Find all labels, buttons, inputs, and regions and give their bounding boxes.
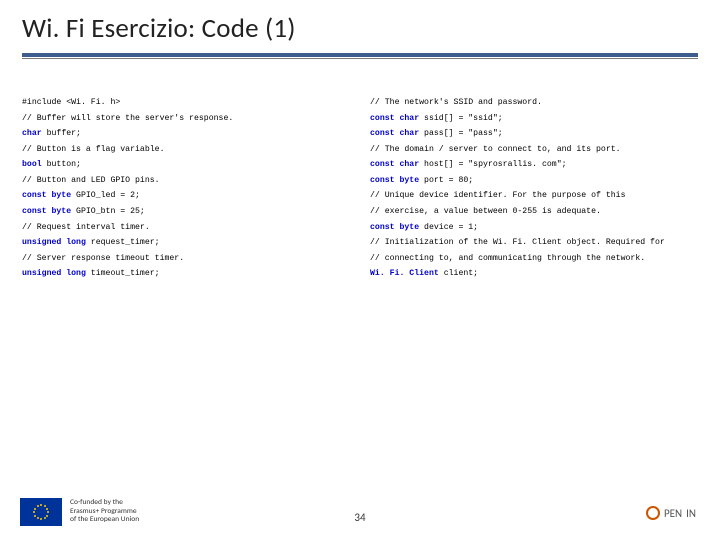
code-text: host[] = "spyrosrallis. com"; [424, 160, 567, 169]
page-number: 34 [354, 511, 365, 524]
eu-line: of the European Union [70, 516, 139, 525]
code-line: // Button and LED GPIO pins. [22, 173, 350, 189]
code-line: // Buffer will store the server's respon… [22, 111, 350, 127]
slide: Wi. Fi Esercizio: Code (1) #include <Wi.… [0, 0, 720, 540]
code-line: // Request interval timer. [22, 220, 350, 236]
slide-title: Wi. Fi Esercizio: Code (1) [22, 12, 698, 45]
code-text: GPIO_led = 2; [76, 191, 140, 200]
code-text: #include [22, 98, 66, 107]
code-line: // connecting to, and communicating thro… [370, 251, 698, 267]
eu-stars-icon [32, 503, 50, 521]
code-left: #include <Wi. Fi. h> // Buffer will stor… [22, 95, 350, 282]
code-text: pass[] = "pass"; [424, 129, 503, 138]
eu-badge: Co-funded by the Erasmus+ Programme of t… [20, 498, 139, 526]
code-line: char buffer; [22, 126, 350, 142]
keyword: char [22, 129, 47, 138]
code-text: <Wi. Fi. h> [66, 98, 120, 107]
code-text: ssid[] = "ssid"; [424, 114, 503, 123]
code-text: client; [444, 269, 478, 278]
code-line: const char ssid[] = "ssid"; [370, 111, 698, 127]
code-line: // The domain / server to connect to, an… [370, 142, 698, 158]
code-line: Wi. Fi. Client client; [370, 266, 698, 282]
keyword: unsigned long [22, 269, 91, 278]
code-text: GPIO_btn = 25; [76, 207, 145, 216]
code-line: const byte GPIO_led = 2; [22, 188, 350, 204]
code-line: // Button is a flag variable. [22, 142, 350, 158]
code-line: // exercise, a value between 0-255 is ad… [370, 204, 698, 220]
footer: Co-funded by the Erasmus+ Programme of t… [0, 478, 720, 526]
code-line: // Unique device identifier. For the pur… [370, 188, 698, 204]
code-line: // The network's SSID and password. [370, 95, 698, 111]
code-line: const byte GPIO_btn = 25; [22, 204, 350, 220]
code-line: #include <Wi. Fi. h> [22, 95, 350, 111]
code-text: button; [47, 160, 81, 169]
keyword: const byte [22, 191, 76, 200]
keyword: const char [370, 129, 424, 138]
code-line: unsigned long request_timer; [22, 235, 350, 251]
keyword: const byte [22, 207, 76, 216]
code-line: unsigned long timeout_timer; [22, 266, 350, 282]
keyword: bool [22, 160, 47, 169]
content: #include <Wi. Fi. h> // Buffer will stor… [0, 59, 720, 282]
code-line: bool button; [22, 157, 350, 173]
code-line: // Server response timeout timer. [22, 251, 350, 267]
title-area: Wi. Fi Esercizio: Code (1) [0, 0, 720, 51]
keyword: const char [370, 114, 424, 123]
openin-logo: PEN IN [646, 506, 696, 520]
eu-text: Co-funded by the Erasmus+ Programme of t… [70, 499, 139, 525]
code-text: request_timer; [91, 238, 160, 247]
eu-flag-icon [20, 498, 62, 526]
code-text: port = 80; [424, 176, 473, 185]
logo-circle-icon [646, 506, 660, 520]
keyword: const char [370, 160, 424, 169]
keyword: const byte [370, 223, 424, 232]
code-text: device = 1; [424, 223, 478, 232]
code-line: // Initialization of the Wi. Fi. Client … [370, 235, 698, 251]
code-text: timeout_timer; [91, 269, 160, 278]
keyword: const byte [370, 176, 424, 185]
code-line: const byte port = 80; [370, 173, 698, 189]
keyword: Wi. Fi. Client [370, 269, 444, 278]
code-right: // The network's SSID and password. cons… [370, 95, 698, 282]
code-text: buffer; [47, 129, 81, 138]
keyword: unsigned long [22, 238, 91, 247]
logo-text: PEN [664, 507, 682, 520]
code-line: const char pass[] = "pass"; [370, 126, 698, 142]
logo-text: IN [686, 507, 696, 520]
title-rule [22, 53, 698, 57]
code-line: const char host[] = "spyrosrallis. com"; [370, 157, 698, 173]
code-line: const byte device = 1; [370, 220, 698, 236]
